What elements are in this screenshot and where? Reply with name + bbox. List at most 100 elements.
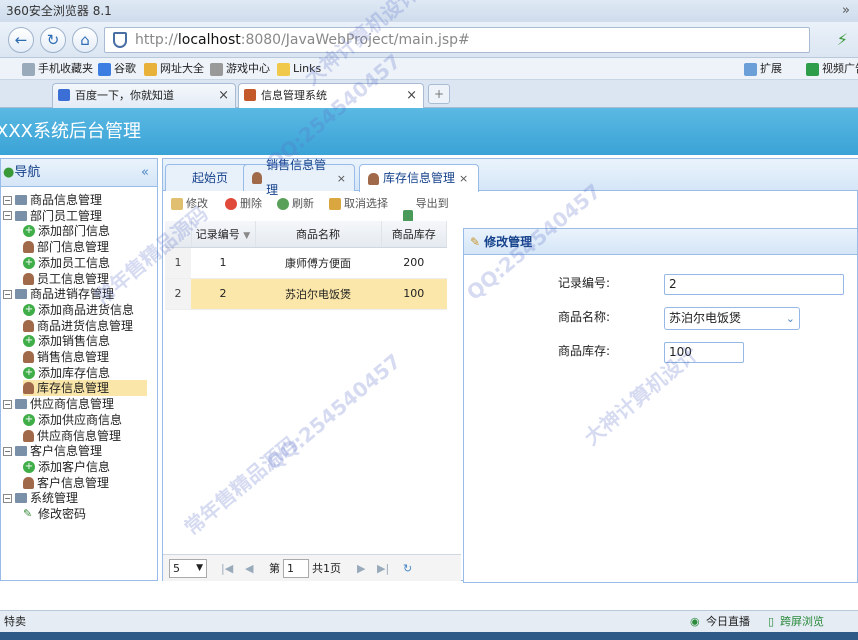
address-bar[interactable]: http://localhost:8080/JavaWebProject/mai… xyxy=(104,27,810,53)
expand-toggle-icon[interactable]: − xyxy=(3,289,12,299)
tree-item[interactable]: 部门信息管理 xyxy=(23,239,109,255)
status-live[interactable]: 今日直播 xyxy=(706,611,750,633)
tree-item[interactable]: 库存信息管理 xyxy=(23,380,147,397)
tree-folder[interactable]: − 供应商信息管理 xyxy=(3,396,114,412)
chevron-down-icon: ⌄ xyxy=(785,312,795,325)
tree-item[interactable]: 商品进货信息管理 xyxy=(23,318,133,334)
expand-toggle-icon[interactable]: − xyxy=(3,446,12,456)
page-size-select[interactable]: 5 ▼ xyxy=(169,559,207,578)
tab-stock[interactable]: 库存信息管理 × xyxy=(359,164,479,192)
bookmark-video[interactable]: 视频广告 xyxy=(806,58,858,80)
tree-label: 添加部门信息 xyxy=(38,224,111,239)
close-icon[interactable]: × xyxy=(337,166,346,191)
prev-page-icon[interactable]: ◀ xyxy=(245,555,253,582)
tree-item[interactable]: + 添加销售信息 xyxy=(23,333,110,349)
collapse-icon[interactable]: « xyxy=(141,159,149,187)
tree-folder[interactable]: − 商品信息管理 xyxy=(3,192,102,208)
tree-item[interactable]: ✎ 修改密码 xyxy=(23,506,86,522)
id-field[interactable]: 2 xyxy=(664,274,844,295)
table-row-selected[interactable]: 2 2 苏泊尔电饭煲 100 xyxy=(165,278,447,310)
close-icon[interactable]: × xyxy=(218,84,229,107)
more-chevron-icon[interactable]: » xyxy=(842,0,850,22)
tree-item[interactable]: + 添加供应商信息 xyxy=(23,412,122,428)
user-icon xyxy=(23,241,34,254)
cancel-select-button[interactable]: 取消选择 xyxy=(329,192,388,216)
stock-field[interactable]: 100 xyxy=(664,342,744,363)
next-page-icon[interactable]: ▶ xyxy=(357,555,365,582)
phone-status-icon: ▯ xyxy=(768,615,775,628)
home-icon[interactable]: ⌂ xyxy=(72,27,98,53)
new-tab-button[interactable]: + xyxy=(428,84,450,104)
column-header-id[interactable]: 记录编号 ▼ xyxy=(191,221,256,248)
first-page-icon[interactable]: |◀ xyxy=(221,555,233,582)
tab-sales[interactable]: 销售信息管理 × xyxy=(243,158,355,197)
folder-icon xyxy=(15,195,27,205)
refresh-button[interactable]: 刷新 xyxy=(277,192,314,216)
tree-folder[interactable]: − 商品进销存管理 xyxy=(3,286,114,302)
edit-dialog: ✎ 修改管理 记录编号: 2 商品名称: 苏泊尔电饭煲 ⌄ 商品库存: 100 xyxy=(463,228,858,583)
nav-title: 导航 xyxy=(14,165,41,180)
expand-toggle-icon[interactable]: − xyxy=(3,195,12,205)
bookmark-mobile[interactable]: 手机收藏夹 xyxy=(22,58,93,80)
reload-page-icon[interactable]: ↻ xyxy=(403,555,412,582)
user-icon xyxy=(23,351,34,363)
undo-icon xyxy=(329,198,341,210)
expand-toggle-icon[interactable]: − xyxy=(3,211,12,221)
browser-statusbar: 特卖 ◉ 今日直播 ▯ 跨屏浏览 xyxy=(0,610,858,632)
tree-item[interactable]: + 添加员工信息 xyxy=(23,255,110,271)
add-icon: + xyxy=(23,303,35,316)
column-header-stock[interactable]: 商品库存 xyxy=(381,221,447,248)
os-taskbar xyxy=(0,632,858,640)
tree-item[interactable]: + 添加客户信息 xyxy=(23,459,110,475)
dropdown-arrow-icon: ▼ xyxy=(196,563,203,573)
name-select[interactable]: 苏泊尔电饭煲 ⌄ xyxy=(664,307,800,330)
browser-title: 360安全浏览器 8.1 xyxy=(6,4,112,18)
add-icon: + xyxy=(23,335,35,348)
tree-label: 系统管理 xyxy=(30,491,79,506)
last-page-icon[interactable]: ▶| xyxy=(377,555,389,582)
close-icon[interactable]: × xyxy=(406,84,417,107)
table-row[interactable]: 1 1 康师傅方便面 200 xyxy=(165,247,447,279)
folder-icon xyxy=(15,289,27,300)
tree-folder[interactable]: − 客户信息管理 xyxy=(3,443,102,459)
back-arrow-icon[interactable]: ← xyxy=(8,27,34,53)
status-sale[interactable]: 特卖 xyxy=(4,611,26,633)
tree-folder[interactable]: − 部门员工管理 xyxy=(3,208,102,224)
browser-tab-baidu[interactable]: 百度一下，你就知道 × xyxy=(52,83,236,108)
tree-label: 员工信息管理 xyxy=(37,271,110,286)
pencil-icon xyxy=(171,198,183,210)
bookmark-google[interactable]: 谷歌 xyxy=(98,58,136,80)
close-icon[interactable]: × xyxy=(459,166,468,191)
tree-item[interactable]: 销售信息管理 xyxy=(23,349,109,365)
refresh-icon[interactable]: ↻ xyxy=(40,27,66,53)
tree-item[interactable]: + 添加库存信息 xyxy=(23,365,110,381)
expand-toggle-icon[interactable]: − xyxy=(3,399,12,409)
bookmark-sites[interactable]: 网址大全 xyxy=(144,58,204,80)
edit-button[interactable]: 修改 xyxy=(171,192,208,216)
tree-label: 添加客户信息 xyxy=(38,459,111,474)
lightning-icon[interactable]: ⚡ xyxy=(837,30,848,49)
delete-button[interactable]: 删除 xyxy=(225,192,262,216)
bookmark-games[interactable]: 游戏中心 xyxy=(210,58,270,80)
tree-folder[interactable]: − 系统管理 xyxy=(3,490,78,506)
bookmark-extensions[interactable]: 扩展 xyxy=(744,58,782,80)
tree-item[interactable]: 供应商信息管理 xyxy=(23,428,121,444)
tree-label: 客户信息管理 xyxy=(30,444,103,459)
cell-id: 1 xyxy=(191,247,255,279)
grid-toolbar: 修改 删除 刷新 取消选择 导出到excel xyxy=(165,192,465,234)
status-crossscreen[interactable]: 跨屏浏览 xyxy=(780,611,824,633)
column-header-name[interactable]: 商品名称 xyxy=(255,221,382,248)
browser-titlebar: 360安全浏览器 8.1 » xyxy=(0,0,858,22)
browser-tab-system[interactable]: 信息管理系统 × xyxy=(238,83,424,108)
add-icon: + xyxy=(23,413,35,426)
tree-item[interactable]: 员工信息管理 xyxy=(23,271,109,287)
folder-icon xyxy=(277,62,290,76)
folder-icon xyxy=(15,399,27,410)
bookmark-links[interactable]: Links xyxy=(277,58,321,80)
expand-toggle-icon[interactable]: − xyxy=(3,493,12,503)
tree-item[interactable]: + 添加商品进货信息 xyxy=(23,302,134,318)
page-number-input[interactable]: 1 xyxy=(283,559,309,578)
tree-item[interactable]: + 添加部门信息 xyxy=(23,223,110,239)
nav-header: ●导航 « xyxy=(1,159,157,187)
tree-item[interactable]: 客户信息管理 xyxy=(23,475,109,491)
